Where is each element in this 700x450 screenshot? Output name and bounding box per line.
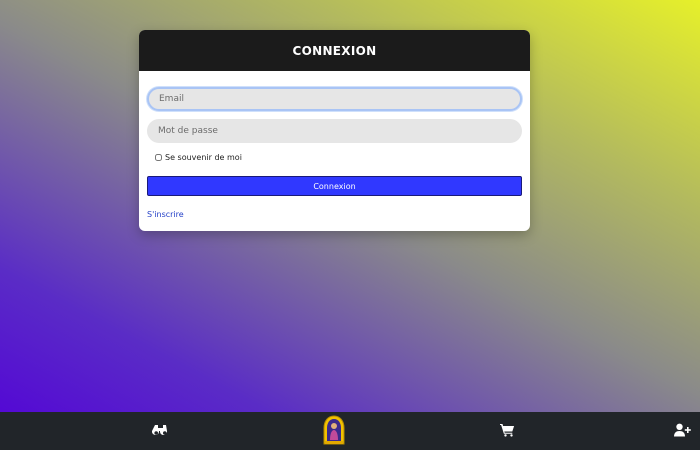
remember-me-checkbox[interactable] — [155, 154, 162, 161]
user-plus-icon[interactable] — [674, 423, 691, 437]
login-card: CONNEXION Se souvenir de moi Connexion S… — [139, 30, 530, 231]
signup-link[interactable]: S'inscrire — [147, 210, 184, 219]
email-input[interactable] — [147, 87, 522, 111]
bottom-nav-bar — [0, 412, 700, 450]
login-form: Se souvenir de moi Connexion S'inscrire — [139, 71, 530, 221]
app-logo[interactable] — [323, 415, 345, 446]
login-title: CONNEXION — [139, 30, 530, 71]
login-submit-button[interactable]: Connexion — [147, 176, 522, 196]
cart-icon[interactable] — [500, 423, 515, 437]
password-input[interactable] — [147, 119, 522, 143]
remember-me-label: Se souvenir de moi — [165, 153, 242, 162]
remember-me[interactable]: Se souvenir de moi — [147, 153, 522, 162]
binoculars-icon[interactable] — [152, 423, 169, 438]
